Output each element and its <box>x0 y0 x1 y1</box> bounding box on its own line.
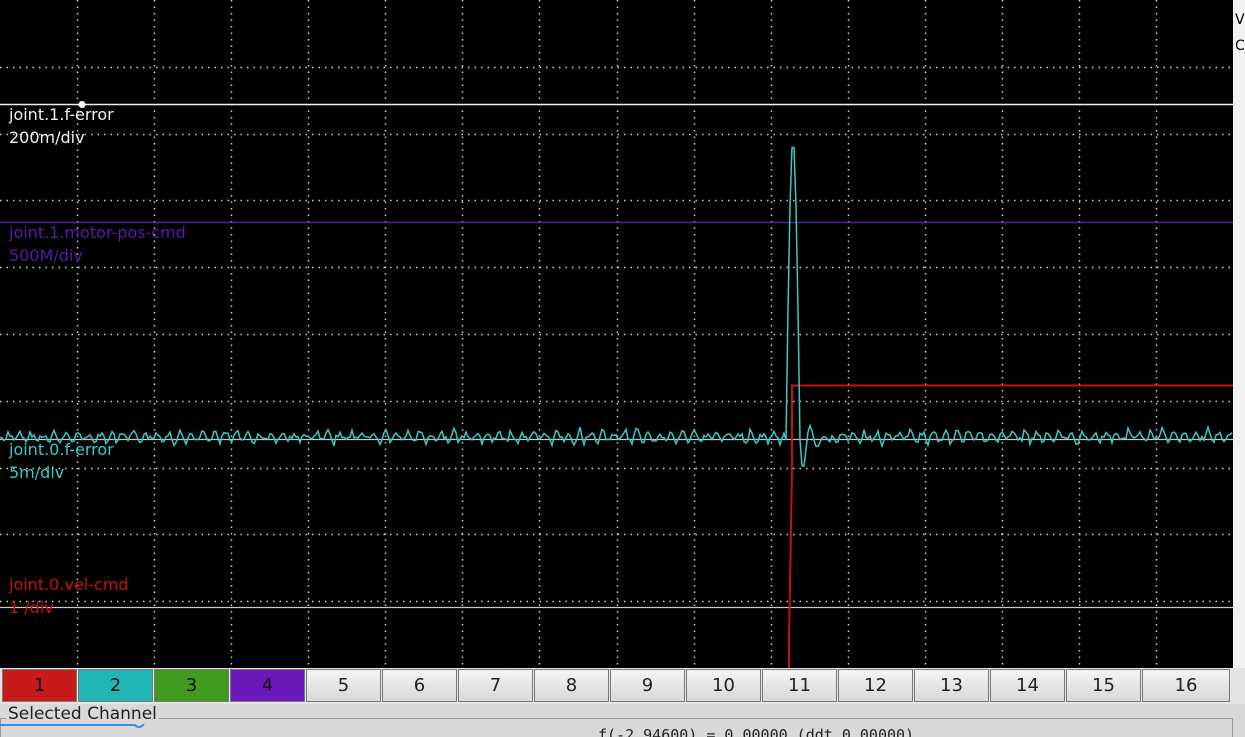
selected-channel-panel: Selected Channel f(-2.94600) = 0.00000 (… <box>0 704 1245 737</box>
cursor-readout: f(-2.94600) = 0.00000 (ddt 0.00000) <box>598 726 915 737</box>
channel-button-8[interactable]: 8 <box>534 669 609 702</box>
channel-selector-bar: 1 2 3 4 5 6 7 8 9 10 11 12 13 14 15 16 <box>0 668 1245 704</box>
channel-button-6[interactable]: 6 <box>382 669 457 702</box>
trace-scale: 1 /div <box>9 598 54 617</box>
trace-scale: 5m/div <box>9 463 65 482</box>
trace-name: joint.1.motor-pos-cmd <box>9 223 186 242</box>
trace-joint0-vel-cmd <box>788 384 1233 668</box>
trace-label-joint0-ferror[interactable]: joint.0.f-error 5m/div <box>9 438 114 484</box>
channel-button-2[interactable]: 2 <box>78 669 153 702</box>
channel-button-12[interactable]: 12 <box>838 669 913 702</box>
trace-name: joint.0.vel-cmd <box>9 575 129 594</box>
right-panel-char: C <box>1235 38 1245 54</box>
trace-label-joint1-motor-pos-cmd[interactable]: joint.1.motor-pos-cmd 500M/div <box>9 221 186 267</box>
trace-scale: 500M/div <box>9 246 83 265</box>
scope-display[interactable]: joint.1.f-error 200m/div joint.1.motor-p… <box>0 0 1233 668</box>
channel-button-9[interactable]: 9 <box>610 669 685 702</box>
channel-button-11[interactable]: 11 <box>762 669 837 702</box>
trace-name: joint.0.f-error <box>9 440 114 459</box>
channel-button-3[interactable]: 3 <box>154 669 229 702</box>
channel-button-10[interactable]: 10 <box>686 669 761 702</box>
trace-name: joint.1.f-error <box>9 105 114 124</box>
channel-button-13[interactable]: 13 <box>914 669 989 702</box>
right-panel-edge: V C <box>1233 0 1245 668</box>
channel-button-4[interactable]: 4 <box>230 669 305 702</box>
trace-scale: 200m/div <box>9 128 85 147</box>
selected-channel-label: Selected Channel <box>6 704 159 724</box>
channel-button-7[interactable]: 7 <box>458 669 533 702</box>
channel-button-14[interactable]: 14 <box>990 669 1065 702</box>
channel-button-1[interactable]: 1 <box>2 669 77 702</box>
channel-button-16[interactable]: 16 <box>1142 669 1230 702</box>
right-panel-char: V <box>1235 12 1245 28</box>
trace-label-joint1-ferror[interactable]: joint.1.f-error 200m/div <box>9 103 114 149</box>
selected-channel-slider-track[interactable] <box>0 724 140 726</box>
channel-button-5[interactable]: 5 <box>306 669 381 702</box>
trace-joint0-ferror <box>0 146 1233 467</box>
channel-button-15[interactable]: 15 <box>1066 669 1141 702</box>
trace-label-joint0-vel-cmd[interactable]: joint.0.vel-cmd 1 /div <box>9 573 129 619</box>
scope-plot <box>0 0 1233 668</box>
